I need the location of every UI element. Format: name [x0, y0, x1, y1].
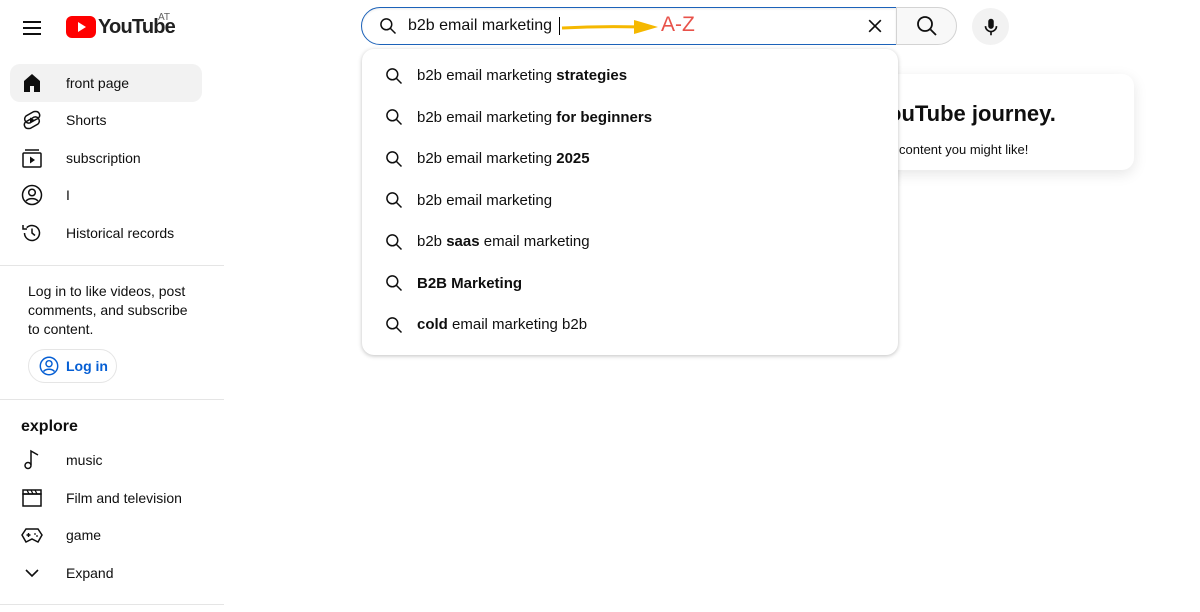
music-note-icon [20, 448, 44, 472]
voice-search-button[interactable] [972, 8, 1009, 45]
suggestion-text: b2b saas email marketing [417, 233, 590, 251]
search-input[interactable] [408, 17, 558, 35]
search-icon [916, 16, 937, 36]
suggestion-item[interactable]: b2b email marketing [362, 180, 898, 222]
suggestion-text: b2b email marketing strategies [417, 67, 628, 85]
search-icon [386, 316, 403, 333]
search-icon [386, 233, 403, 250]
history-icon [20, 221, 44, 245]
user-icon [20, 183, 44, 207]
login-button[interactable]: Log in [28, 348, 117, 383]
sidebar-item-label: game [66, 527, 102, 544]
account-icon [39, 356, 59, 375]
sidebar-item-gaming[interactable]: game [10, 517, 202, 555]
search-suggestions-dropdown: b2b email marketing strategies b2b email… [362, 49, 898, 355]
hamburger-menu-icon [23, 21, 41, 35]
sidebar-item-film[interactable]: Film and television [10, 479, 202, 517]
youtube-page: YouTube AT A-Z ouTube journey. content y… [0, 0, 1200, 612]
suggestion-text: cold email marketing b2b [417, 316, 588, 334]
suggestion-text: b2b email marketing [417, 191, 553, 209]
suggestion-text: b2b email marketing 2025 [417, 150, 590, 168]
sidebar-item-expand[interactable]: Expand [10, 554, 202, 592]
clear-search-button[interactable] [860, 11, 890, 41]
sidebar-divider [0, 603, 224, 605]
chevron-down-icon [20, 561, 44, 585]
suggestion-item[interactable]: b2b email marketing strategies [362, 55, 898, 97]
gamepad-icon [20, 523, 44, 547]
search-icon [386, 192, 403, 209]
close-icon [868, 19, 882, 33]
suggestion-item[interactable]: b2b email marketing for beginners [362, 97, 898, 139]
login-button-label: Log in [66, 357, 108, 374]
subscriptions-icon [20, 146, 44, 170]
journey-subtitle: content you might like! [899, 142, 1029, 157]
sidebar: front page Shorts subscription I Histori… [0, 56, 224, 605]
search-icon [386, 67, 403, 84]
shorts-icon [20, 108, 44, 132]
suggestion-item[interactable]: B2B Marketing [362, 263, 898, 305]
explore-section-title: explore [21, 417, 78, 435]
sidebar-item-home[interactable]: front page [10, 64, 202, 102]
microphone-icon [984, 18, 997, 35]
suggestion-item[interactable]: b2b saas email marketing [362, 221, 898, 263]
suggestion-item[interactable]: b2b email marketing 2025 [362, 138, 898, 180]
sidebar-item-subscriptions[interactable]: subscription [10, 139, 202, 177]
suggestion-item[interactable]: cold email marketing b2b [362, 304, 898, 346]
login-prompt: Log in to like videos, post comments, an… [28, 282, 188, 337]
suggestion-text: b2b email marketing for beginners [417, 108, 653, 126]
search-icon [386, 150, 403, 167]
sidebar-item-music[interactable]: music [10, 442, 202, 480]
sidebar-item-label: Expand [66, 564, 114, 581]
search-icon [380, 18, 397, 35]
sidebar-item-label: Film and television [66, 489, 182, 506]
search-icon [386, 275, 403, 292]
country-code: AT [158, 12, 171, 23]
film-icon [20, 486, 44, 510]
sidebar-item-label: Shorts [66, 112, 107, 129]
sidebar-item-label: front page [66, 74, 130, 91]
journey-title: ouTube journey. [888, 101, 1056, 126]
annotation-arrow-icon [561, 20, 658, 34]
annotation-label: A-Z [661, 13, 695, 36]
search-icon [386, 109, 403, 126]
youtube-play-logo-icon [66, 16, 96, 38]
search-button[interactable] [896, 7, 957, 45]
sidebar-item-label: I [66, 187, 70, 204]
suggestion-text: B2B Marketing [417, 274, 523, 292]
sidebar-item-shorts[interactable]: Shorts [10, 102, 202, 140]
sidebar-item-label: subscription [66, 149, 141, 166]
sidebar-item-history[interactable]: Historical records [10, 214, 202, 252]
home-icon [20, 71, 44, 95]
menu-button[interactable] [14, 10, 50, 46]
sidebar-item-you[interactable]: I [10, 177, 202, 215]
sidebar-item-label: Historical records [66, 224, 175, 241]
sidebar-item-label: music [66, 452, 103, 469]
